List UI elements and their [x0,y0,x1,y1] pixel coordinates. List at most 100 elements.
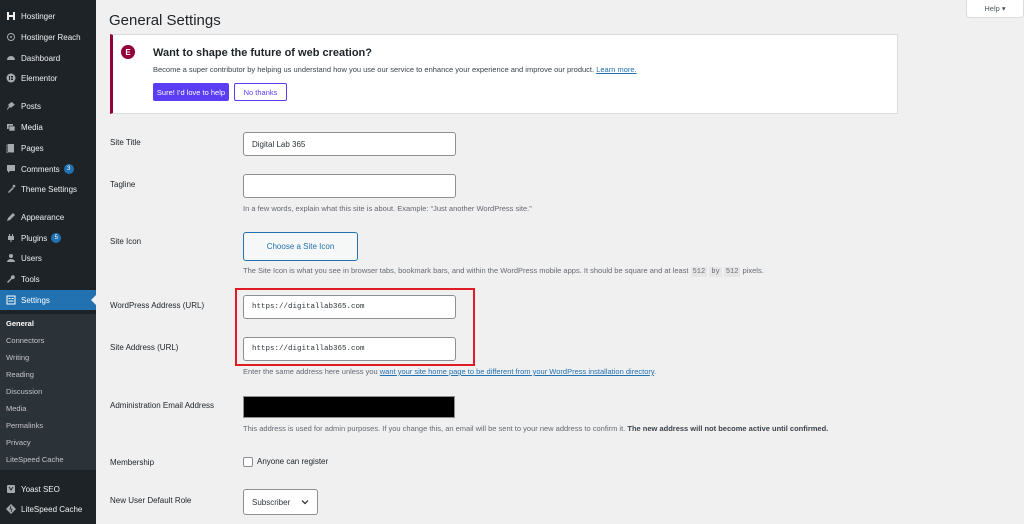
no-thanks-button[interactable]: No thanks [234,83,287,101]
sidebar-item-label: Comments [21,164,60,174]
membership-label: Membership [110,458,155,467]
media-icon [6,122,16,132]
sidebar-item-label: Pages [21,143,44,153]
site-address-label: Site Address (URL) [110,343,179,352]
chevron-down-icon [301,498,309,508]
settings-submenu: General Connectors Writing Reading Discu… [0,314,96,470]
submenu-permalinks[interactable]: Permalinks [6,421,43,430]
wordpress-address-label: WordPress Address (URL) [110,301,205,310]
page-title: General Settings [109,12,221,29]
site-icon-description-suffix: pixels. [742,266,764,275]
pages-icon [6,143,16,153]
submenu-media[interactable]: Media [6,404,26,413]
submenu-writing[interactable]: Writing [6,353,29,362]
admin-email-description: This address is used for admin purposes.… [243,424,828,433]
yoast-icon [6,484,16,494]
reach-icon [6,32,16,42]
sidebar-item-posts[interactable]: Posts [0,96,96,116]
home-page-different-link[interactable]: want your site home page to be different… [380,367,654,376]
sidebar-item-label: Dashboard [21,53,61,63]
site-address-description-text: Enter the same address here unless you [243,367,378,376]
default-role-select[interactable]: Subscriber [243,489,318,515]
submenu-discussion[interactable]: Discussion [6,387,42,396]
site-icon-description-text: The Site Icon is what you see in browser… [243,266,689,275]
choose-site-icon-button[interactable]: Choose a Site Icon [243,232,358,261]
sidebar-item-litespeed-cache[interactable]: LiteSpeed Cache [0,499,96,519]
site-title-label: Site Title [110,138,141,147]
tagline-description: In a few words, explain what this site i… [243,204,532,213]
help-button[interactable]: Help ▾ [966,0,1024,18]
site-address-description-suffix: . [654,367,657,376]
sidebar-item-dashboard[interactable]: Dashboard [0,48,96,68]
submenu-connectors[interactable]: Connectors [6,336,44,345]
sidebar-item-label: Theme Settings [21,184,78,194]
sidebar-item-label: Appearance [21,212,65,222]
pin-icon [6,101,16,111]
elementor-logo-icon: E [121,45,135,59]
sidebar-item-label: Hostinger [21,11,56,21]
sidebar-item-pages[interactable]: Pages [0,138,96,158]
tools-icon [6,274,16,284]
sidebar-item-label: Plugins [21,233,48,243]
comments-icon [6,164,16,174]
default-role-value: Subscriber [252,497,291,507]
elementor-icon [6,73,16,83]
sidebar-item-hostinger[interactable]: Hostinger [0,6,96,26]
sidebar-item-comments[interactable]: Comments 3 [0,159,96,179]
appearance-icon [6,212,16,222]
sidebar-item-plugins[interactable]: Plugins 5 [0,228,96,248]
notice-text: Become a super contributor by helping us… [153,65,637,74]
sidebar-item-theme-settings[interactable]: Theme Settings [0,179,96,199]
hostinger-icon [6,11,16,21]
icon-size-width: 512 [690,267,708,277]
litespeed-icon [6,504,16,514]
admin-email-description-bold: The new address will not become active u… [627,424,829,433]
sidebar-item-elementor[interactable]: Elementor [0,68,96,88]
anyone-can-register-label[interactable]: Anyone can register [257,457,328,466]
tagline-label: Tagline [110,180,136,189]
sidebar-item-tools[interactable]: Tools [0,269,96,289]
sidebar-item-users[interactable]: Users [0,248,96,268]
admin-email-label: Administration Email Address [110,401,215,410]
url-fields-highlight [235,288,475,366]
sidebar-item-label: Yoast SEO [21,484,60,494]
admin-email-description-text: This address is used for admin purposes.… [243,424,626,433]
anyone-can-register-checkbox[interactable] [243,457,253,467]
theme-icon [6,184,16,194]
submenu-general[interactable]: General [6,319,34,328]
notice-text-body: Become a super contributor by helping us… [153,65,595,74]
admin-sidebar: Hostinger Hostinger Reach Dashboard Elem… [0,0,96,524]
tagline-input[interactable] [243,174,456,198]
sidebar-item-label: Hostinger Reach [21,32,81,42]
default-role-label: New User Default Role [110,496,192,505]
site-title-input[interactable]: Digital Lab 365 [243,132,456,156]
sidebar-item-label: Posts [21,101,42,111]
notice-title: Want to shape the future of web creation… [153,47,372,59]
sidebar-item-settings[interactable]: Settings [0,290,96,310]
comments-count-badge: 3 [63,164,74,174]
plugins-count-badge: 5 [51,233,62,243]
learn-more-link[interactable]: Learn more. [596,65,636,74]
settings-icon [6,295,16,305]
submenu-reading[interactable]: Reading [6,370,34,379]
admin-email-input[interactable] [243,396,455,418]
submenu-privacy[interactable]: Privacy [6,438,31,447]
elementor-notice: E Want to shape the future of web creati… [110,34,898,114]
main-content: General Settings Help ▾ E Want to shape … [96,0,1024,524]
sidebar-item-label: Elementor [21,73,58,83]
opt-in-button[interactable]: Sure! I'd love to help [153,83,229,101]
sidebar-item-hostinger-reach[interactable]: Hostinger Reach [0,27,96,47]
sidebar-item-label: Media [21,122,43,132]
sidebar-item-media[interactable]: Media [0,117,96,137]
site-icon-description: The Site Icon is what you see in browser… [243,266,764,277]
submenu-litespeed-cache[interactable]: LiteSpeed Cache [6,455,64,464]
plugins-icon [6,233,16,243]
dashboard-icon [6,53,16,63]
sidebar-item-label: Settings [21,295,50,305]
sidebar-item-yoast-seo[interactable]: Yoast SEO [0,479,96,499]
icon-size-by: by [709,267,722,277]
site-address-description: Enter the same address here unless you w… [243,367,656,376]
sidebar-item-label: LiteSpeed Cache [21,504,83,514]
sidebar-item-appearance[interactable]: Appearance [0,207,96,227]
users-icon [6,253,16,263]
